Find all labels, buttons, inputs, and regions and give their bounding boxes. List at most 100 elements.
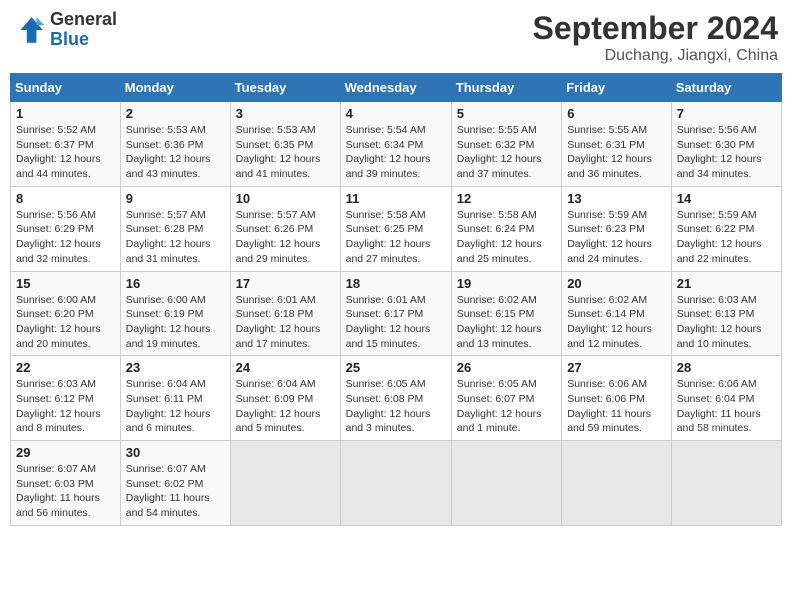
day-info: Sunrise: 6:05 AMSunset: 6:08 PMDaylight:… — [346, 378, 431, 434]
day-info: Sunrise: 5:52 AMSunset: 6:37 PMDaylight:… — [16, 124, 101, 180]
day-info: Sunrise: 6:02 AMSunset: 6:14 PMDaylight:… — [567, 294, 652, 350]
calendar-cell — [451, 441, 561, 526]
calendar-cell: 24 Sunrise: 6:04 AMSunset: 6:09 PMDaylig… — [230, 356, 340, 441]
calendar-cell: 9 Sunrise: 5:57 AMSunset: 6:28 PMDayligh… — [120, 186, 230, 271]
calendar-cell: 22 Sunrise: 6:03 AMSunset: 6:12 PMDaylig… — [11, 356, 121, 441]
header-day-sunday: Sunday — [11, 74, 121, 102]
logo: General Blue — [14, 10, 117, 50]
day-number: 22 — [16, 360, 115, 375]
week-row-1: 1 Sunrise: 5:52 AMSunset: 6:37 PMDayligh… — [11, 102, 782, 187]
day-number: 15 — [16, 276, 115, 291]
header-row: SundayMondayTuesdayWednesdayThursdayFrid… — [11, 74, 782, 102]
week-row-2: 8 Sunrise: 5:56 AMSunset: 6:29 PMDayligh… — [11, 186, 782, 271]
day-info: Sunrise: 5:54 AMSunset: 6:34 PMDaylight:… — [346, 124, 431, 180]
calendar-cell: 25 Sunrise: 6:05 AMSunset: 6:08 PMDaylig… — [340, 356, 451, 441]
day-info: Sunrise: 5:57 AMSunset: 6:28 PMDaylight:… — [126, 209, 211, 265]
header-day-saturday: Saturday — [671, 74, 781, 102]
logo-blue-text: Blue — [50, 30, 117, 50]
calendar-cell — [562, 441, 672, 526]
day-number: 29 — [16, 445, 115, 460]
header-day-wednesday: Wednesday — [340, 74, 451, 102]
calendar-cell — [230, 441, 340, 526]
day-number: 16 — [126, 276, 225, 291]
calendar-cell: 27 Sunrise: 6:06 AMSunset: 6:06 PMDaylig… — [562, 356, 672, 441]
calendar-subtitle: Duchang, Jiangxi, China — [533, 47, 778, 65]
calendar-cell: 13 Sunrise: 5:59 AMSunset: 6:23 PMDaylig… — [562, 186, 672, 271]
day-number: 27 — [567, 360, 666, 375]
day-info: Sunrise: 6:04 AMSunset: 6:09 PMDaylight:… — [236, 378, 321, 434]
day-info: Sunrise: 6:00 AMSunset: 6:20 PMDaylight:… — [16, 294, 101, 350]
calendar-cell: 20 Sunrise: 6:02 AMSunset: 6:14 PMDaylig… — [562, 271, 672, 356]
day-number: 20 — [567, 276, 666, 291]
day-number: 14 — [677, 191, 776, 206]
day-number: 9 — [126, 191, 225, 206]
day-info: Sunrise: 6:01 AMSunset: 6:17 PMDaylight:… — [346, 294, 431, 350]
calendar-cell: 26 Sunrise: 6:05 AMSunset: 6:07 PMDaylig… — [451, 356, 561, 441]
day-info: Sunrise: 6:05 AMSunset: 6:07 PMDaylight:… — [457, 378, 542, 434]
page-header: General Blue September 2024 Duchang, Jia… — [10, 10, 782, 65]
day-number: 25 — [346, 360, 446, 375]
calendar-cell: 28 Sunrise: 6:06 AMSunset: 6:04 PMDaylig… — [671, 356, 781, 441]
day-number: 2 — [126, 106, 225, 121]
day-info: Sunrise: 6:07 AMSunset: 6:02 PMDaylight:… — [126, 463, 210, 519]
day-info: Sunrise: 5:56 AMSunset: 6:30 PMDaylight:… — [677, 124, 762, 180]
day-number: 1 — [16, 106, 115, 121]
calendar-cell: 14 Sunrise: 5:59 AMSunset: 6:22 PMDaylig… — [671, 186, 781, 271]
day-info: Sunrise: 5:53 AMSunset: 6:35 PMDaylight:… — [236, 124, 321, 180]
day-number: 10 — [236, 191, 335, 206]
day-info: Sunrise: 5:56 AMSunset: 6:29 PMDaylight:… — [16, 209, 101, 265]
day-number: 21 — [677, 276, 776, 291]
day-number: 13 — [567, 191, 666, 206]
calendar-cell: 4 Sunrise: 5:54 AMSunset: 6:34 PMDayligh… — [340, 102, 451, 187]
day-info: Sunrise: 6:01 AMSunset: 6:18 PMDaylight:… — [236, 294, 321, 350]
day-info: Sunrise: 5:58 AMSunset: 6:25 PMDaylight:… — [346, 209, 431, 265]
day-number: 12 — [457, 191, 556, 206]
calendar-cell: 2 Sunrise: 5:53 AMSunset: 6:36 PMDayligh… — [120, 102, 230, 187]
calendar-cell — [671, 441, 781, 526]
calendar-cell: 11 Sunrise: 5:58 AMSunset: 6:25 PMDaylig… — [340, 186, 451, 271]
day-number: 11 — [346, 191, 446, 206]
header-day-friday: Friday — [562, 74, 672, 102]
day-info: Sunrise: 5:59 AMSunset: 6:23 PMDaylight:… — [567, 209, 652, 265]
calendar-cell: 10 Sunrise: 5:57 AMSunset: 6:26 PMDaylig… — [230, 186, 340, 271]
calendar-cell: 18 Sunrise: 6:01 AMSunset: 6:17 PMDaylig… — [340, 271, 451, 356]
day-number: 18 — [346, 276, 446, 291]
calendar-cell: 8 Sunrise: 5:56 AMSunset: 6:29 PMDayligh… — [11, 186, 121, 271]
day-number: 3 — [236, 106, 335, 121]
day-info: Sunrise: 5:53 AMSunset: 6:36 PMDaylight:… — [126, 124, 211, 180]
calendar-cell: 5 Sunrise: 5:55 AMSunset: 6:32 PMDayligh… — [451, 102, 561, 187]
day-info: Sunrise: 6:03 AMSunset: 6:13 PMDaylight:… — [677, 294, 762, 350]
day-info: Sunrise: 6:03 AMSunset: 6:12 PMDaylight:… — [16, 378, 101, 434]
logo-general-text: General — [50, 10, 117, 30]
calendar-body: 1 Sunrise: 5:52 AMSunset: 6:37 PMDayligh… — [11, 102, 782, 526]
day-info: Sunrise: 5:57 AMSunset: 6:26 PMDaylight:… — [236, 209, 321, 265]
calendar-cell: 7 Sunrise: 5:56 AMSunset: 6:30 PMDayligh… — [671, 102, 781, 187]
day-info: Sunrise: 6:00 AMSunset: 6:19 PMDaylight:… — [126, 294, 211, 350]
day-number: 5 — [457, 106, 556, 121]
day-info: Sunrise: 6:02 AMSunset: 6:15 PMDaylight:… — [457, 294, 542, 350]
calendar-cell: 6 Sunrise: 5:55 AMSunset: 6:31 PMDayligh… — [562, 102, 672, 187]
calendar-cell: 1 Sunrise: 5:52 AMSunset: 6:37 PMDayligh… — [11, 102, 121, 187]
calendar-cell: 21 Sunrise: 6:03 AMSunset: 6:13 PMDaylig… — [671, 271, 781, 356]
week-row-4: 22 Sunrise: 6:03 AMSunset: 6:12 PMDaylig… — [11, 356, 782, 441]
calendar-cell: 23 Sunrise: 6:04 AMSunset: 6:11 PMDaylig… — [120, 356, 230, 441]
day-info: Sunrise: 6:06 AMSunset: 6:04 PMDaylight:… — [677, 378, 761, 434]
header-day-thursday: Thursday — [451, 74, 561, 102]
calendar-cell: 16 Sunrise: 6:00 AMSunset: 6:19 PMDaylig… — [120, 271, 230, 356]
title-block: September 2024 Duchang, Jiangxi, China — [533, 10, 778, 65]
day-info: Sunrise: 5:55 AMSunset: 6:31 PMDaylight:… — [567, 124, 652, 180]
week-row-5: 29 Sunrise: 6:07 AMSunset: 6:03 PMDaylig… — [11, 441, 782, 526]
day-number: 23 — [126, 360, 225, 375]
day-number: 6 — [567, 106, 666, 121]
day-info: Sunrise: 5:55 AMSunset: 6:32 PMDaylight:… — [457, 124, 542, 180]
calendar-cell: 30 Sunrise: 6:07 AMSunset: 6:02 PMDaylig… — [120, 441, 230, 526]
calendar-cell — [340, 441, 451, 526]
calendar-cell: 17 Sunrise: 6:01 AMSunset: 6:18 PMDaylig… — [230, 271, 340, 356]
header-day-tuesday: Tuesday — [230, 74, 340, 102]
day-number: 30 — [126, 445, 225, 460]
header-day-monday: Monday — [120, 74, 230, 102]
day-number: 26 — [457, 360, 556, 375]
day-number: 19 — [457, 276, 556, 291]
day-number: 7 — [677, 106, 776, 121]
calendar-cell: 19 Sunrise: 6:02 AMSunset: 6:15 PMDaylig… — [451, 271, 561, 356]
